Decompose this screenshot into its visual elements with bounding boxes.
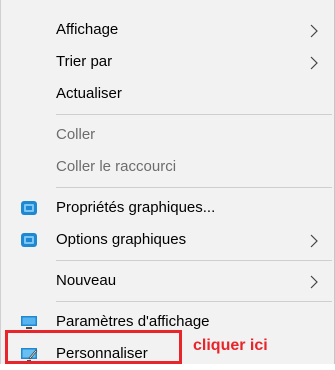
menu-item-nouveau[interactable]: Nouveau — [3, 265, 332, 297]
menu-item-coller-le-raccourci: Coller le raccourci — [3, 151, 332, 183]
menu-item-label: Options graphiques — [56, 231, 187, 248]
menu-item-label: Propriétés graphiques... — [56, 199, 216, 216]
menu-item-actualiser[interactable]: Actualiser — [3, 78, 332, 110]
menu-separator — [56, 260, 332, 261]
intel-graphics-icon — [21, 201, 37, 215]
chevron-right-icon — [310, 56, 318, 70]
menu-item-personnaliser[interactable]: Personnaliser — [3, 338, 332, 370]
menu-item-parametres-affichage[interactable]: Paramètres d'affichage — [3, 306, 332, 338]
menu-item-proprietes-graphiques[interactable]: Propriétés graphiques... — [3, 192, 332, 224]
chevron-right-icon — [310, 275, 318, 289]
menu-separator — [56, 114, 332, 115]
desktop-context-menu: Affichage Trier par Actualiser Coller Co… — [3, 14, 332, 370]
menu-item-label: Personnaliser — [56, 345, 148, 362]
menu-item-label: Actualiser — [56, 85, 122, 102]
personalize-icon — [21, 348, 38, 362]
menu-item-label: Affichage — [56, 21, 119, 38]
intel-graphics-icon — [21, 233, 37, 247]
menu-item-options-graphiques[interactable]: Options graphiques — [3, 224, 332, 256]
menu-item-label: Coller — [56, 126, 96, 143]
menu-item-coller: Coller — [3, 119, 332, 151]
annotation-text: cliquer ici — [193, 337, 268, 354]
chevron-right-icon — [310, 234, 318, 248]
menu-separator — [56, 301, 332, 302]
menu-separator — [56, 187, 332, 188]
menu-item-label: Coller le raccourci — [56, 158, 177, 175]
menu-item-affichage[interactable]: Affichage — [3, 14, 332, 46]
context-menu-frame: Affichage Trier par Actualiser Coller Co… — [0, 0, 335, 364]
menu-item-trier-par[interactable]: Trier par — [3, 46, 332, 78]
menu-item-label: Nouveau — [56, 272, 117, 289]
menu-item-label: Paramètres d'affichage — [56, 313, 210, 330]
menu-item-label: Trier par — [56, 53, 113, 70]
display-monitor-icon — [21, 316, 37, 329]
chevron-right-icon — [310, 24, 318, 38]
